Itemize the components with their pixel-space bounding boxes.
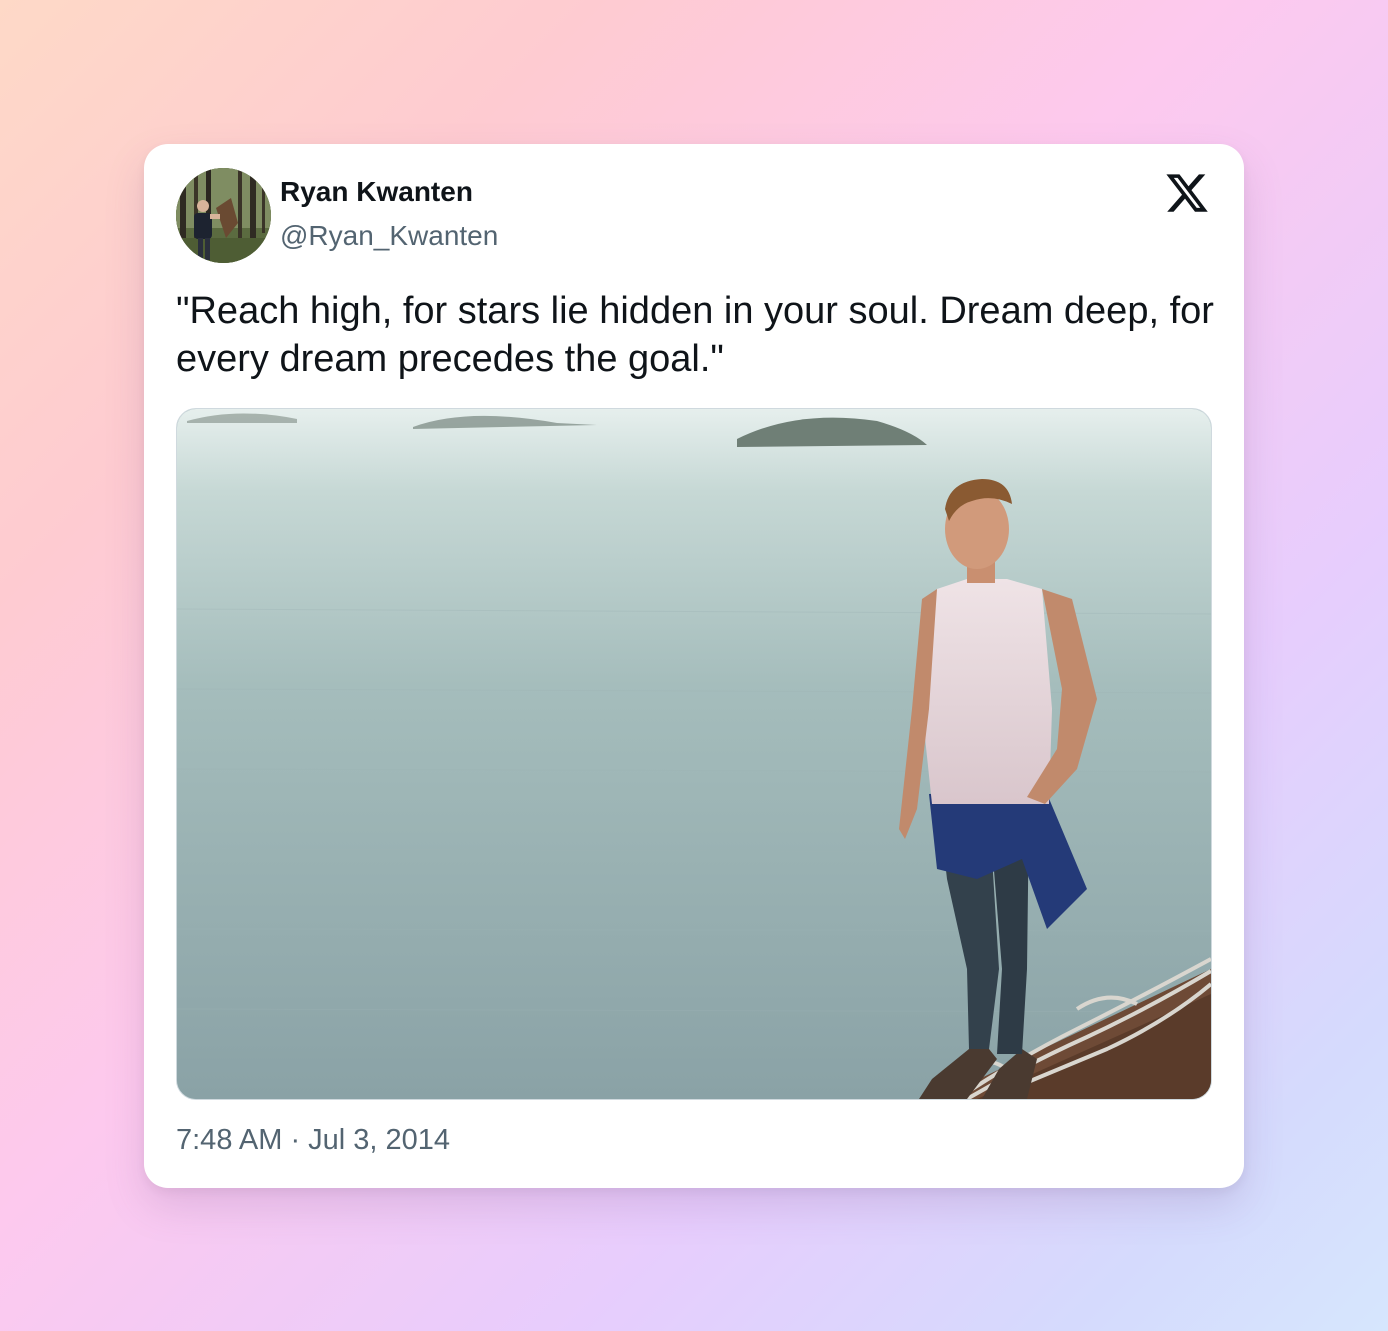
author-display-name[interactable]: Ryan Kwanten — [280, 176, 473, 208]
author-handle[interactable]: @Ryan_Kwanten — [280, 220, 498, 252]
tweet-text: "Reach high, for stars lie hidden in you… — [176, 290, 1214, 380]
tweet-card: Ryan Kwanten @Ryan_Kwanten "Reach high, … — [144, 144, 1244, 1188]
x-logo-icon[interactable] — [1164, 170, 1210, 216]
avatar-photo-icon — [176, 168, 271, 263]
photo-man-on-cliff-icon — [177, 409, 1211, 1099]
tweet-media[interactable] — [176, 408, 1212, 1100]
tweet-timestamp[interactable]: 7:48 AM · Jul 3, 2014 — [176, 1124, 450, 1157]
author-avatar[interactable] — [176, 168, 271, 263]
